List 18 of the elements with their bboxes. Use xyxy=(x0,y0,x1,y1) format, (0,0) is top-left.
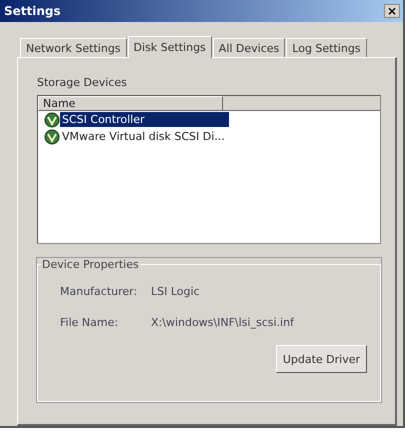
close-button[interactable]: × xyxy=(384,4,400,18)
group-title: Device Properties xyxy=(41,258,140,271)
field-value: LSI Logic xyxy=(151,285,200,298)
list-item[interactable]: SCSI Controller xyxy=(60,112,229,127)
tab[interactable]: Log Settings xyxy=(286,38,367,57)
field-label: File Name: xyxy=(60,316,120,329)
field-value: X:\windows\INF\lsi_scsi.inf xyxy=(151,316,294,329)
section-label: Storage Devices xyxy=(37,76,128,89)
field-label: Manufacturer: xyxy=(60,285,138,298)
tab[interactable]: All Devices xyxy=(212,38,286,57)
update-driver-button[interactable]: Update Driver xyxy=(276,345,367,373)
device-icon xyxy=(44,112,60,128)
column-header[interactable]: Name xyxy=(38,96,223,111)
window-title: Settings xyxy=(4,4,61,18)
device-icon xyxy=(44,128,60,144)
tab[interactable]: Disk Settings xyxy=(128,36,212,58)
list-item[interactable]: VMware Virtual disk SCSI Di... xyxy=(60,129,227,144)
tab[interactable]: Network Settings xyxy=(20,38,127,57)
